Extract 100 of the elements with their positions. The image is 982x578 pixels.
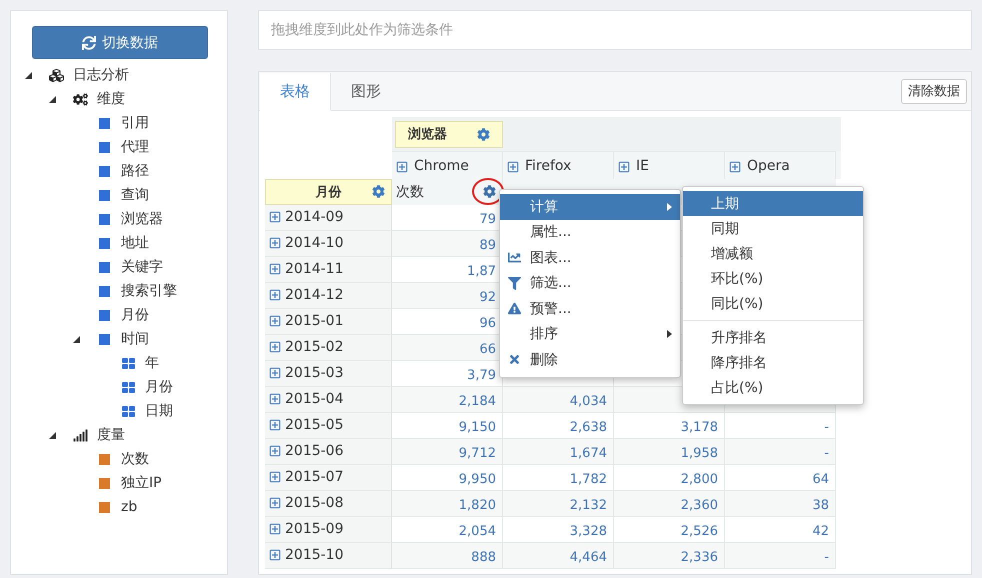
table-cell: 2,360 (614, 491, 725, 517)
row-header: 2015-02 (285, 339, 344, 355)
tree-item[interactable]: 引用 (121, 114, 149, 132)
menu-item[interactable]: 升序排名 (683, 325, 863, 350)
expand-plus-icon[interactable] (269, 209, 281, 223)
tree-item[interactable]: 地址 (121, 234, 149, 252)
expand-plus-icon[interactable] (269, 469, 281, 483)
square-icon (98, 454, 110, 464)
column-header: IE (636, 158, 649, 174)
row-header: 2014-12 (285, 287, 344, 303)
expand-plus-icon[interactable] (269, 495, 281, 509)
menu-item[interactable]: 占比(%) (683, 375, 863, 400)
filter-drop-field[interactable]: 拖拽维度到此处作为筛选条件 (258, 10, 972, 50)
expand-plus-icon[interactable] (269, 313, 281, 327)
square-icon (98, 502, 110, 512)
table-cell: 2,336 (614, 543, 725, 569)
table-cell: 888 (392, 543, 503, 569)
row-header: 2014-10 (285, 235, 344, 251)
tree-item[interactable]: 路径 (121, 162, 149, 180)
tree-item[interactable]: 度量 (97, 426, 125, 444)
square-icon (98, 262, 110, 272)
square-icon (98, 142, 110, 152)
column-header: Firefox (525, 158, 572, 174)
expand-plus-icon[interactable] (269, 391, 281, 405)
tab[interactable]: 图形 (331, 72, 401, 110)
menu-item[interactable]: 环比(%) (683, 266, 863, 291)
row-header: 2015-10 (285, 547, 344, 563)
expand-plus-icon[interactable] (269, 261, 281, 275)
table-cell: 9,712 (392, 439, 503, 465)
tree-item[interactable]: 年 (145, 354, 159, 372)
tree-item[interactable]: 代理 (121, 138, 149, 156)
table-cell: 1,820 (392, 491, 503, 517)
row-header: 2014-09 (285, 209, 344, 225)
square-icon (98, 334, 110, 344)
menu-item[interactable]: 筛选... (500, 270, 680, 296)
menu-item[interactable]: 排序 (500, 322, 680, 347)
table-cell: 2,526 (614, 517, 725, 543)
expand-plus-icon[interactable] (269, 365, 281, 379)
tree-item[interactable]: 维度 (97, 90, 125, 108)
table-cell: 2,132 (503, 491, 614, 517)
table-cell: 42 (725, 517, 836, 543)
menu-item[interactable]: 预警... (500, 296, 680, 322)
expand-plus-icon[interactable] (269, 287, 281, 301)
menu-item[interactable]: 删除 (500, 347, 680, 372)
expand-plus-icon[interactable] (269, 339, 281, 353)
table-cell: 1,674 (503, 439, 614, 465)
line-chart-icon (508, 251, 521, 264)
grid-icon (122, 382, 134, 392)
menu-item[interactable]: 同期 (683, 216, 863, 241)
settings-icon[interactable] (372, 185, 385, 198)
menu-item[interactable]: 上期 (683, 191, 863, 216)
expand-plus-icon[interactable] (269, 235, 281, 249)
clear-data-button[interactable]: 清除数据 (901, 78, 967, 104)
tree-item[interactable]: 浏览器 (121, 210, 163, 228)
tree-item[interactable]: 日期 (145, 402, 173, 420)
table-cell: 4,464 (503, 543, 614, 569)
tree-item[interactable]: 独立IP (121, 474, 162, 492)
table-cell: - (725, 413, 836, 439)
expand-plus-icon[interactable] (269, 547, 281, 561)
table-cell: 38 (725, 491, 836, 517)
column-dimension-chip[interactable]: 浏览器 (395, 120, 503, 148)
menu-item[interactable]: 同比(%) (683, 291, 863, 316)
tree-item[interactable]: 关键字 (121, 258, 163, 276)
expand-plus-icon[interactable] (269, 443, 281, 457)
tree-item[interactable]: 月份 (145, 378, 173, 396)
menu-item[interactable]: 增减额 (683, 241, 863, 266)
tree-item[interactable]: 时间 (121, 330, 149, 348)
menu-item[interactable]: 计算 (500, 194, 680, 220)
menu-item[interactable]: 图表... (500, 245, 680, 270)
table-cell: 4,034 (503, 387, 614, 413)
switch-data-button[interactable]: 切换数据 (32, 26, 208, 59)
expand-plus-icon[interactable] (269, 417, 281, 431)
table-cell: 1,958 (614, 439, 725, 465)
settings-icon[interactable] (483, 185, 496, 198)
table-cell: 3,328 (503, 517, 614, 543)
menu-item[interactable]: 降序排名 (683, 350, 863, 375)
tree-item[interactable]: 次数 (121, 450, 149, 468)
column-header: Chrome (414, 158, 469, 174)
tree-item[interactable]: zb (121, 499, 138, 515)
row-header: 2015-07 (285, 469, 344, 485)
tree-item[interactable]: 日志分析 (73, 66, 129, 84)
tab[interactable]: 表格 (260, 72, 331, 110)
table-cell: 9,950 (392, 465, 503, 491)
row-header: 2015-05 (285, 417, 344, 433)
table-cell: 2,054 (392, 517, 503, 543)
row-header: 2015-04 (285, 391, 344, 407)
row-dimension-chip[interactable]: 月份 (265, 179, 392, 205)
row-header: 2015-09 (285, 521, 344, 537)
settings-icon[interactable] (477, 128, 490, 140)
table-cell: 64 (725, 465, 836, 491)
submenu-caret-icon (667, 202, 672, 211)
tree-item[interactable]: 查询 (121, 186, 149, 204)
expand-plus-icon[interactable] (269, 521, 281, 535)
close-icon (508, 353, 521, 366)
table-cell: - (725, 543, 836, 569)
tree-item[interactable]: 搜索引擎 (121, 282, 177, 300)
square-icon (98, 118, 110, 128)
column-header: Opera (747, 158, 790, 174)
menu-item[interactable]: 属性... (500, 220, 680, 245)
tree-item[interactable]: 月份 (121, 306, 149, 324)
